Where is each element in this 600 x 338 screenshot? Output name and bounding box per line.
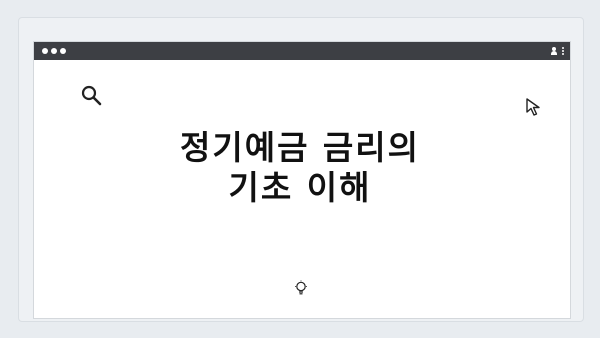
window-controls-icon[interactable]	[42, 48, 66, 54]
titlebar-actions	[550, 47, 564, 55]
title-line-2: 기초 이해	[228, 168, 372, 207]
browser-titlebar	[34, 42, 570, 60]
kebab-menu-icon[interactable]	[562, 47, 564, 55]
search-icon	[81, 85, 102, 106]
cursor-arrow-icon	[526, 98, 540, 116]
user-icon[interactable]	[550, 47, 558, 55]
lightbulb-icon	[295, 280, 307, 295]
close-dot[interactable]	[42, 48, 48, 54]
maximize-dot[interactable]	[60, 48, 66, 54]
title-line-1: 정기예금 금리의	[179, 128, 420, 167]
stage: 정기예금 금리의 기초 이해	[0, 0, 600, 338]
minimize-dot[interactable]	[51, 48, 57, 54]
page-title: 정기예금 금리의 기초 이해	[0, 128, 600, 208]
